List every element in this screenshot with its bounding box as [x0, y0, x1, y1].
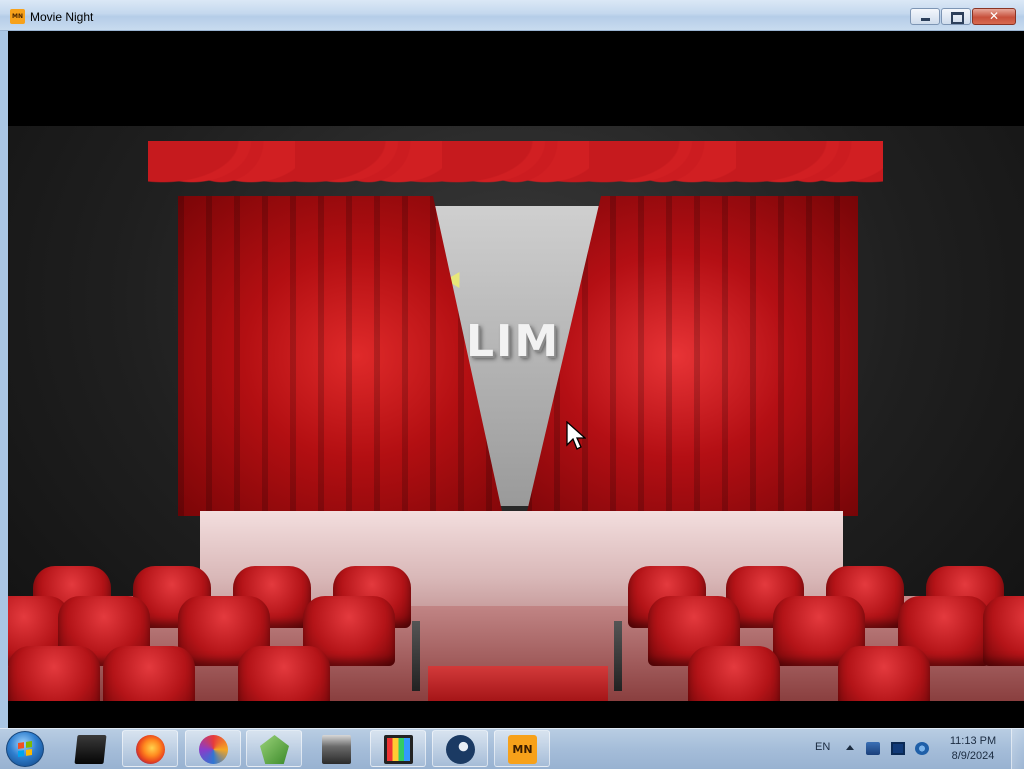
- language-indicator[interactable]: EN: [815, 741, 830, 753]
- movie-night-app-icon: MN: [508, 735, 537, 764]
- action-center-icon[interactable]: [866, 742, 880, 755]
- title-bar[interactable]: MN Movie Night ✕: [0, 0, 1024, 31]
- taskbar-app-button[interactable]: [62, 730, 118, 767]
- taskbar: MN EN 11:13 PM 8/9/2024: [0, 728, 1024, 769]
- theater-seat: [103, 646, 195, 701]
- minimize-icon: [911, 9, 939, 24]
- network-icon[interactable]: [915, 742, 929, 755]
- windows-logo-icon: [18, 741, 32, 757]
- start-button[interactable]: [6, 731, 44, 767]
- aisle-carpet: [428, 666, 608, 701]
- video-area[interactable]: LIM: [8, 31, 1024, 728]
- close-button[interactable]: ✕: [972, 8, 1016, 25]
- close-icon: ✕: [988, 9, 1000, 23]
- system-clock[interactable]: 11:13 PM 8/9/2024: [942, 734, 1004, 764]
- game-app-icon: [322, 735, 351, 764]
- restore-icon: [942, 9, 970, 24]
- minimize-button[interactable]: [910, 8, 940, 25]
- window-controls: ✕: [910, 8, 1016, 25]
- curtain-valance: [148, 141, 883, 213]
- mouse-pointer-icon: [566, 421, 586, 450]
- seat-armrest: [412, 621, 420, 691]
- taskbar-app-button[interactable]: [370, 730, 426, 767]
- display-icon[interactable]: [891, 742, 905, 755]
- taskbar-app-button-movie-night[interactable]: MN: [494, 730, 550, 767]
- taskbar-app-button[interactable]: [122, 730, 178, 767]
- show-hidden-icons-icon[interactable]: [846, 745, 854, 750]
- black-box-app-icon: [74, 735, 107, 764]
- scene-logo-text: LIM: [466, 316, 561, 367]
- taskbar-app-button[interactable]: [185, 730, 241, 767]
- firefox-icon: [136, 735, 165, 764]
- taskbar-app-button[interactable]: [432, 730, 488, 767]
- film-app-icon: [384, 735, 413, 764]
- show-desktop-button[interactable]: [1011, 729, 1024, 769]
- app-icon[interactable]: MN: [10, 9, 25, 24]
- seat-armrest: [614, 621, 622, 691]
- window-title: Movie Night: [30, 10, 94, 24]
- restore-button[interactable]: [941, 8, 971, 25]
- theater-seat: [983, 596, 1024, 666]
- swirl-app-icon: [199, 735, 228, 764]
- clock-time: 11:13 PM: [949, 735, 997, 747]
- clock-date: 8/9/2024: [951, 750, 995, 762]
- taskbar-app-button[interactable]: [308, 730, 364, 767]
- taskbar-app-button[interactable]: [246, 730, 302, 767]
- movie-night-window: MN Movie Night ✕ LIM: [0, 0, 1024, 728]
- green-gem-app-icon: [260, 735, 289, 764]
- theater-seat: [838, 646, 930, 701]
- theater-seat: [238, 646, 330, 701]
- theater-seat: [8, 646, 100, 701]
- theater-scene-image: LIM: [8, 126, 1024, 701]
- theater-seat: [688, 646, 780, 701]
- steam-icon: [446, 735, 475, 764]
